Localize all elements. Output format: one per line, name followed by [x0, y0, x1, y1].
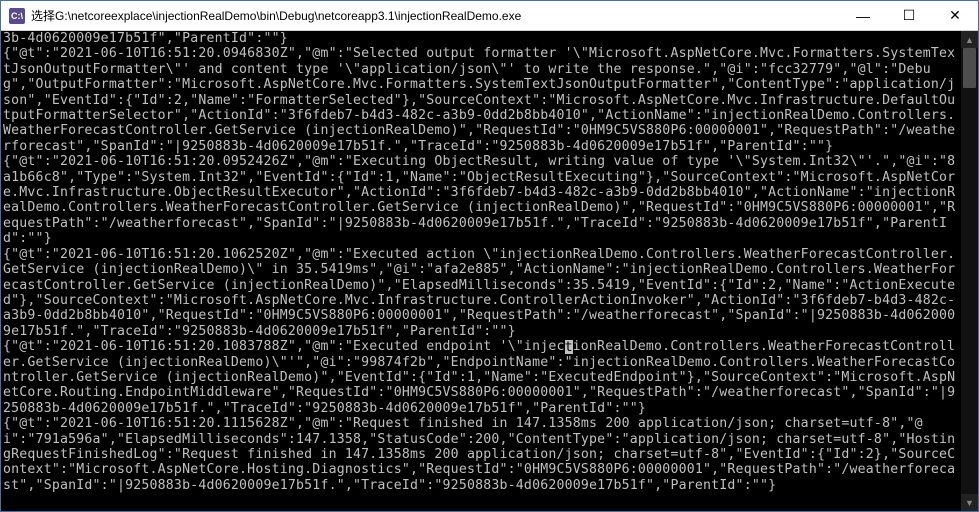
console-output[interactable]: 3b-4d0620009e17b51f","ParentId":""} {"@t… [1, 31, 961, 511]
titlebar[interactable]: C:\ 选择G:\netcoreexplace\injectionRealDem… [1, 1, 978, 31]
app-icon: C:\ [9, 8, 25, 24]
window-title: 选择G:\netcoreexplace\injectionRealDemo\bi… [31, 7, 840, 24]
minimize-button[interactable]: — [840, 1, 886, 30]
console-text-post: ionRealDemo.Controllers.WeatherForecastC… [3, 339, 955, 493]
maximize-button[interactable]: ☐ [886, 1, 932, 30]
scroll-up-button[interactable]: ▲ [961, 31, 978, 48]
text-cursor: t [565, 340, 573, 354]
scroll-down-button[interactable]: ▼ [961, 494, 978, 511]
scroll-track[interactable] [961, 48, 978, 494]
close-button[interactable]: ✕ [932, 1, 978, 30]
vertical-scrollbar[interactable]: ▲ ▼ [961, 31, 978, 511]
console-area: 3b-4d0620009e17b51f","ParentId":""} {"@t… [1, 31, 978, 511]
app-window: C:\ 选择G:\netcoreexplace\injectionRealDem… [0, 0, 979, 512]
window-controls: — ☐ ✕ [840, 1, 978, 30]
console-text-pre: 3b-4d0620009e17b51f","ParentId":""} {"@t… [3, 31, 955, 354]
scroll-thumb[interactable] [963, 48, 976, 88]
